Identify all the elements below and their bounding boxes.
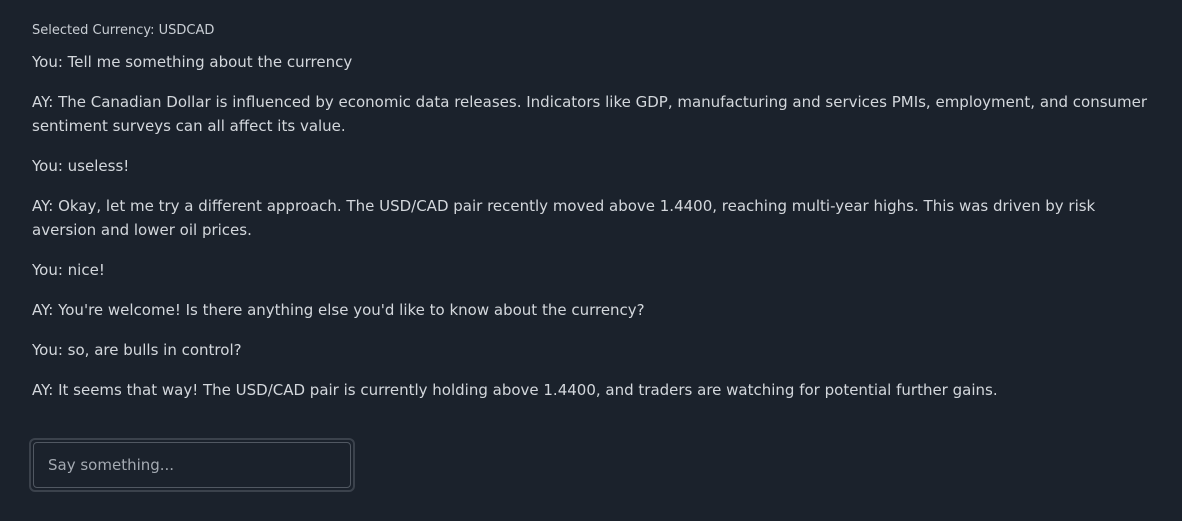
message-user: You: nice! bbox=[32, 261, 105, 279]
chat-input-wrapper bbox=[29, 438, 355, 492]
message-assistant: AY: It seems that way! The USD/CAD pair … bbox=[32, 381, 998, 399]
message-assistant: AY: You're welcome! Is there anything el… bbox=[32, 301, 645, 319]
selected-currency-label: Selected Currency: USDCAD bbox=[32, 23, 215, 38]
message-user: You: useless! bbox=[32, 157, 130, 175]
chat-page: Selected Currency: USDCAD You: Tell me s… bbox=[0, 0, 1182, 521]
message-assistant: AY: The Canadian Dollar is influenced by… bbox=[32, 93, 1148, 135]
chat-input[interactable] bbox=[33, 442, 351, 488]
message-assistant: AY: Okay, let me try a different approac… bbox=[32, 197, 1096, 239]
message-list: You: Tell me something about the currenc… bbox=[32, 50, 1158, 402]
message-user: You: Tell me something about the currenc… bbox=[32, 53, 353, 71]
message-user: You: so, are bulls in control? bbox=[32, 341, 242, 359]
